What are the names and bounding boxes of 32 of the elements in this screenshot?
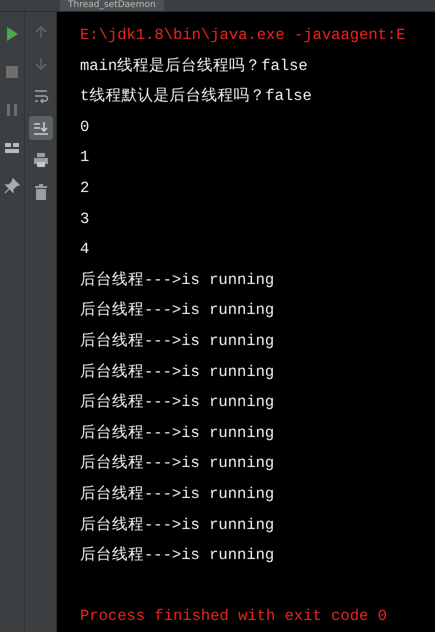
console-output-line: 2 bbox=[80, 178, 90, 199]
scroll-to-end-icon bbox=[32, 120, 48, 136]
wrap-icon bbox=[32, 88, 48, 104]
pin-icon bbox=[4, 178, 20, 194]
console-output-line: 3 bbox=[80, 208, 90, 230]
editor-tab[interactable]: Thread_setDaemon bbox=[60, 0, 164, 11]
console-output-line: 1 bbox=[80, 147, 90, 168]
console-output-line: 后台线程--->is running bbox=[80, 392, 274, 414]
scroll-to-end-button[interactable] bbox=[28, 116, 52, 140]
run-icon bbox=[4, 26, 20, 42]
console-output-line: 后台线程--->is running bbox=[80, 362, 274, 383]
console-output-line: 后台线程--->is running bbox=[80, 300, 274, 322]
console-output-line: 4 bbox=[80, 239, 90, 260]
console-output-line: 后台线程--->is running bbox=[80, 422, 274, 444]
trash-icon bbox=[32, 184, 48, 200]
console-output-line: 后台线程--->is running bbox=[80, 330, 274, 352]
layout-icon bbox=[4, 140, 20, 156]
console-output-line: 后台线程--->is running bbox=[80, 270, 274, 291]
up-arrow-icon bbox=[32, 24, 48, 40]
pause-icon bbox=[4, 102, 20, 118]
console-output-line: t线程默认是后台线程吗？false bbox=[80, 86, 312, 108]
console-output-line: 后台线程--->is running bbox=[80, 545, 274, 566]
console-output-line: 后台线程--->is running bbox=[80, 514, 274, 536]
down-arrow-icon bbox=[32, 56, 48, 72]
printer-icon bbox=[32, 152, 48, 168]
command-line: E:\jdk1.8\bin\java.exe -javaagent:E bbox=[80, 25, 406, 46]
exit-message: Process finished with exit code 0 bbox=[80, 606, 387, 628]
stop-icon bbox=[4, 64, 20, 80]
console-output-line: 后台线程--->is running bbox=[80, 453, 274, 474]
console-output-line: main线程是后台线程吗？false bbox=[80, 56, 308, 77]
console-output-line: 后台线程--->is running bbox=[80, 484, 274, 505]
console-output-line: 0 bbox=[80, 116, 90, 138]
